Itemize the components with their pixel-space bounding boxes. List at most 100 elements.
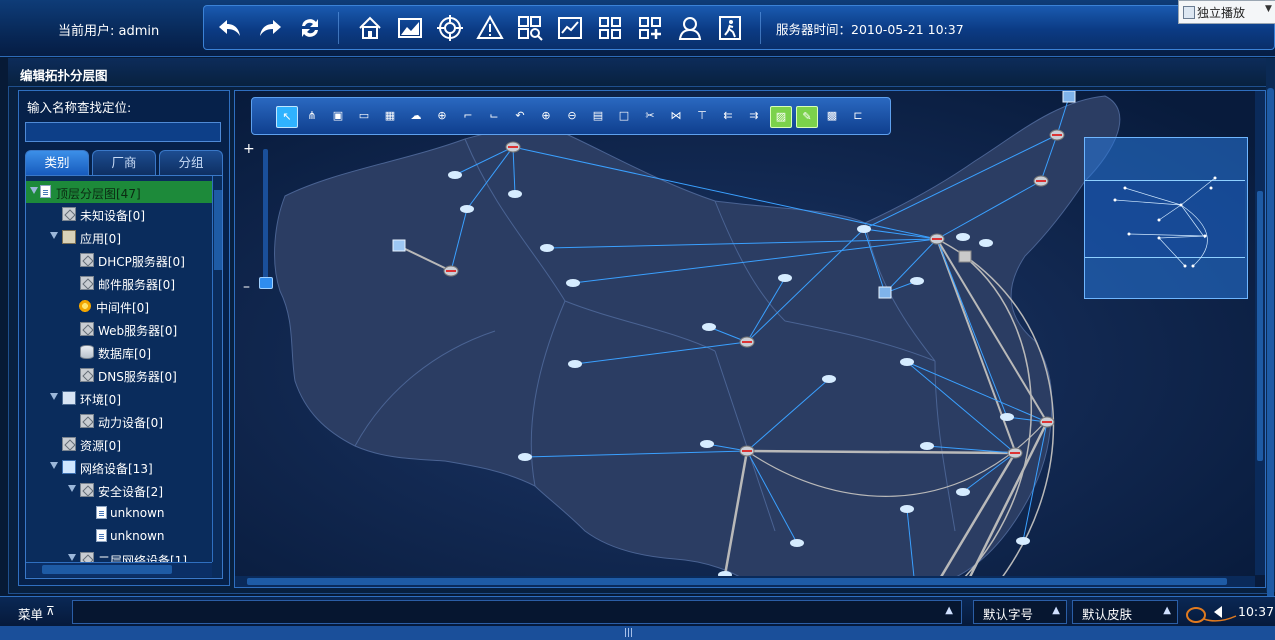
cloud-node-icon[interactable] bbox=[956, 233, 970, 241]
tree-item-mail-server[interactable]: 邮件服务器[0] bbox=[26, 272, 212, 294]
tree-item-security-device[interactable]: 安全设备[2] bbox=[26, 479, 212, 501]
font-size-select[interactable]: 默认字号 ▲ bbox=[973, 600, 1067, 624]
tree-item-environment[interactable]: 环境[0] bbox=[26, 387, 212, 409]
tree-item-unknown[interactable]: unknown bbox=[26, 502, 212, 524]
refresh-icon[interactable] bbox=[296, 14, 324, 42]
cloud-node-icon[interactable] bbox=[1016, 537, 1030, 545]
forward-icon[interactable] bbox=[256, 14, 284, 42]
server-icon[interactable] bbox=[878, 286, 892, 299]
polyline-tool-icon[interactable]: ⌙ bbox=[484, 106, 504, 126]
router-icon[interactable] bbox=[1033, 175, 1049, 187]
add-node-icon[interactable]: ▦ bbox=[380, 106, 400, 126]
zoom-slider-handle[interactable] bbox=[259, 277, 273, 289]
command-input[interactable]: ▲ bbox=[72, 600, 962, 624]
map-vscroll-thumb[interactable] bbox=[1257, 191, 1263, 461]
router-icon[interactable] bbox=[929, 233, 945, 245]
pin-icon[interactable]: ⊼ bbox=[46, 604, 55, 618]
router-icon[interactable] bbox=[443, 265, 459, 277]
tree-item-database[interactable]: 数据库[0] bbox=[26, 341, 212, 363]
exit-door-icon[interactable]: ⊏ bbox=[848, 106, 868, 126]
tree-item-resource[interactable]: 资源[0] bbox=[26, 433, 212, 455]
add-host-icon[interactable]: ⊕ bbox=[432, 106, 452, 126]
add-link-icon[interactable]: ⋔ bbox=[302, 106, 322, 126]
router-icon[interactable] bbox=[1007, 447, 1023, 459]
tree-item-middleware[interactable]: 中间件[0] bbox=[26, 295, 212, 317]
home-icon[interactable] bbox=[356, 14, 384, 42]
expand-toggle-icon[interactable] bbox=[68, 554, 76, 561]
cloud-node-icon[interactable] bbox=[702, 323, 716, 331]
chevron-up-icon[interactable]: ▲ bbox=[1052, 605, 1060, 616]
tree-vertical-scrollbar[interactable] bbox=[212, 176, 222, 562]
cloud-node-icon[interactable] bbox=[460, 205, 474, 213]
tab-group[interactable]: 分组 bbox=[159, 150, 223, 175]
chevron-up-icon[interactable]: ▲ bbox=[945, 605, 953, 616]
zoom-in-label[interactable]: + bbox=[243, 141, 255, 157]
cloud-node-icon[interactable] bbox=[900, 505, 914, 513]
map-icon[interactable]: ▩ bbox=[822, 106, 842, 126]
zoom-in-icon[interactable]: ⊕ bbox=[536, 106, 556, 126]
tree-item-unknown-device[interactable]: 未知设备[0] bbox=[26, 203, 212, 225]
warning-icon[interactable] bbox=[476, 14, 504, 42]
paint-icon[interactable]: ✎ bbox=[796, 106, 818, 128]
add-cloud-icon[interactable]: ☁ bbox=[406, 106, 426, 126]
resize-grip-icon[interactable]: ||| bbox=[624, 628, 633, 638]
page-scroll-thumb[interactable] bbox=[1267, 88, 1274, 608]
expand-toggle-icon[interactable] bbox=[30, 187, 38, 194]
cloud-node-icon[interactable] bbox=[900, 358, 914, 366]
cloud-node-icon[interactable] bbox=[778, 274, 792, 282]
cloud-node-icon[interactable] bbox=[700, 440, 714, 448]
tree-item-unknown[interactable]: unknown bbox=[26, 525, 212, 547]
undo-icon[interactable]: ↶ bbox=[510, 106, 530, 126]
tree-item-power-device[interactable]: 动力设备[0] bbox=[26, 410, 212, 432]
cloud-node-icon[interactable] bbox=[518, 453, 532, 461]
cloud-node-icon[interactable] bbox=[956, 488, 970, 496]
cloud-node-icon[interactable] bbox=[508, 190, 522, 198]
cloud-node-icon[interactable] bbox=[920, 442, 934, 450]
fit-icon[interactable]: □ bbox=[614, 106, 634, 126]
overview-minimap[interactable] bbox=[1084, 137, 1248, 299]
switch-icon[interactable] bbox=[958, 250, 972, 263]
tab-vendor[interactable]: 厂商 bbox=[92, 150, 156, 175]
save-icon[interactable]: ▤ bbox=[588, 106, 608, 126]
cloud-node-icon[interactable] bbox=[568, 360, 582, 368]
topology-map[interactable]: ↖ ⋔ ▣ ▭ ▦ ☁ ⊕ ⌐ ⌙ ↶ ⊕ ⊖ ▤ □ ✂ ⋈ ⊤ ⇇ ⇉ ▨ … bbox=[234, 90, 1266, 588]
router-icon[interactable] bbox=[739, 336, 755, 348]
tree-item-dns-server[interactable]: DNS服务器[0] bbox=[26, 364, 212, 386]
grid-search-icon[interactable] bbox=[516, 14, 544, 42]
router-icon[interactable] bbox=[1049, 129, 1065, 141]
float-widget-arrow[interactable]: ▼ bbox=[1265, 4, 1272, 14]
line-chart-icon[interactable] bbox=[556, 14, 584, 42]
search-input[interactable] bbox=[25, 122, 221, 142]
zoom-out-label[interactable]: – bbox=[243, 279, 250, 295]
tree-item-web-server[interactable]: Web服务器[0] bbox=[26, 318, 212, 340]
line-tool-icon[interactable]: ⌐ bbox=[458, 106, 478, 126]
add-server-icon[interactable]: ▣ bbox=[328, 106, 348, 126]
map-hscroll-thumb[interactable] bbox=[247, 578, 1227, 585]
menu-button[interactable]: 菜单 bbox=[18, 604, 43, 623]
skin-select[interactable]: 默认皮肤 ▲ bbox=[1072, 600, 1178, 624]
tree-layout-icon[interactable]: ⊤ bbox=[692, 106, 712, 126]
cloud-node-icon[interactable] bbox=[857, 225, 871, 233]
cloud-node-icon[interactable] bbox=[540, 244, 554, 252]
expand-toggle-icon[interactable] bbox=[50, 462, 58, 469]
cloud-node-icon[interactable] bbox=[448, 171, 462, 179]
zoom-slider[interactable] bbox=[263, 149, 268, 289]
tree-hscroll-thumb[interactable] bbox=[42, 565, 172, 574]
cloud-node-icon[interactable] bbox=[910, 277, 924, 285]
floating-play-widget[interactable]: 独立播放 ▼ bbox=[1178, 0, 1275, 24]
server-icon[interactable] bbox=[1062, 91, 1076, 103]
cut-icon[interactable]: ✂ bbox=[640, 106, 660, 126]
router-icon[interactable] bbox=[505, 141, 521, 153]
map-vertical-scrollbar[interactable] bbox=[1255, 91, 1265, 575]
cloud-node-icon[interactable] bbox=[979, 239, 993, 247]
layout-right-icon[interactable]: ⇉ bbox=[744, 106, 764, 126]
router-icon[interactable] bbox=[1039, 416, 1055, 428]
cloud-node-icon[interactable] bbox=[790, 539, 804, 547]
exit-icon[interactable] bbox=[716, 14, 744, 42]
server-icon[interactable] bbox=[392, 239, 406, 252]
add-module-icon[interactable] bbox=[636, 14, 664, 42]
back-icon[interactable] bbox=[216, 14, 244, 42]
image-edit-icon[interactable]: ▨ bbox=[770, 106, 792, 128]
layout-left-icon[interactable]: ⇇ bbox=[718, 106, 738, 126]
chevron-up-icon[interactable]: ▲ bbox=[1163, 605, 1171, 616]
